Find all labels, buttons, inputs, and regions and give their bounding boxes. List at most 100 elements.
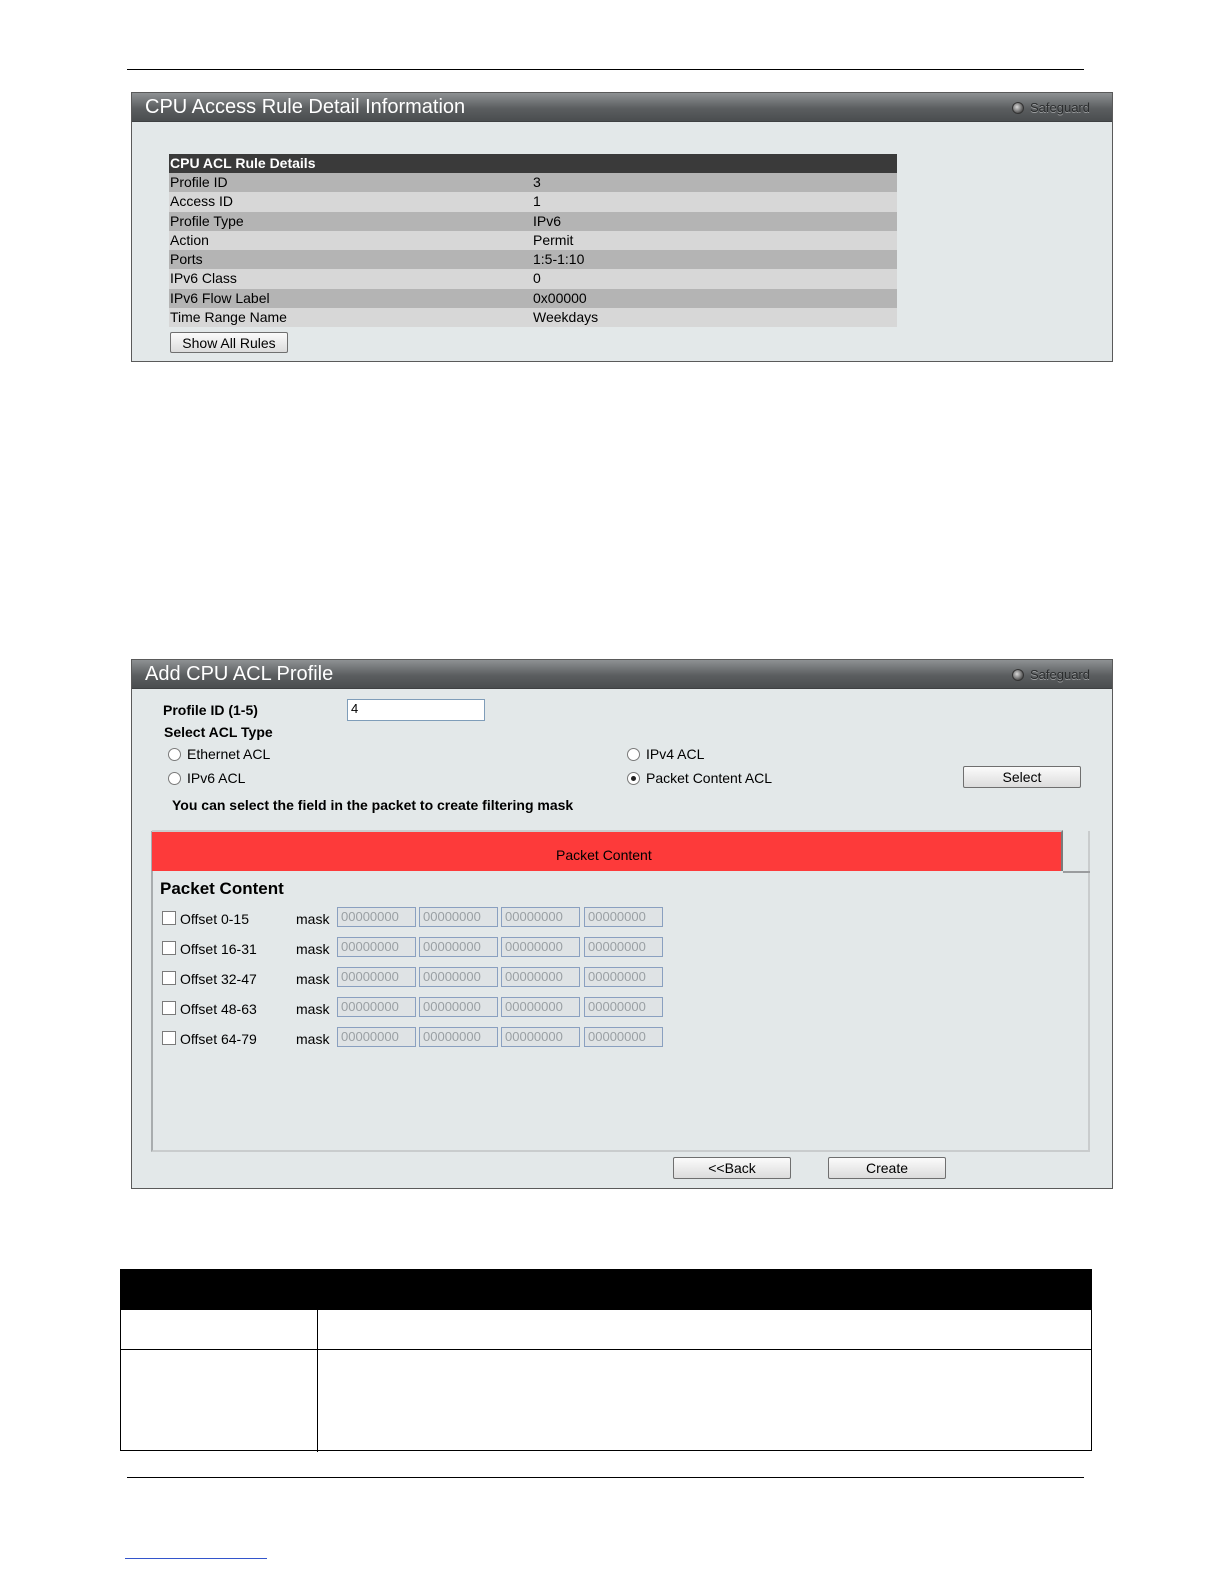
ipv6-acl-radio[interactable] bbox=[168, 772, 181, 785]
table-row: Action Permit bbox=[169, 230, 897, 251]
ethernet-acl-label: Ethernet ACL bbox=[187, 746, 271, 762]
parameter-table-header bbox=[121, 1270, 1091, 1310]
mask-label: mask bbox=[296, 1031, 330, 1047]
mask-input[interactable]: 00000000 bbox=[337, 937, 416, 957]
ipv4-acl-radio[interactable] bbox=[627, 748, 640, 761]
rule-detail-panel: CPU Access Rule Detail Information Safeg… bbox=[131, 92, 1113, 362]
mask-input[interactable]: 00000000 bbox=[419, 997, 498, 1017]
ipv4-acl-label: IPv4 ACL bbox=[646, 746, 705, 762]
table-row: Ports 1:5-1:10 bbox=[169, 250, 897, 270]
select-button[interactable]: Select bbox=[963, 766, 1081, 788]
safeguard-label: Safeguard bbox=[1030, 100, 1090, 115]
mask-label: mask bbox=[296, 1001, 330, 1017]
row-value: 3 bbox=[533, 174, 541, 190]
mask-label: mask bbox=[296, 941, 330, 957]
back-button[interactable]: <<Back bbox=[673, 1157, 791, 1179]
add-profile-title: Add CPU ACL Profile bbox=[145, 663, 334, 685]
safeguard-indicator: Safeguard bbox=[1012, 100, 1090, 115]
packet-content-acl-label: Packet Content ACL bbox=[646, 770, 773, 786]
row-value: 0x00000 bbox=[533, 289, 587, 306]
table-row: Time Range Name Weekdays bbox=[169, 308, 897, 328]
table-row: Access ID 1 bbox=[169, 192, 897, 212]
create-button[interactable]: Create bbox=[828, 1157, 946, 1179]
safeguard-indicator: Safeguard bbox=[1012, 667, 1090, 682]
rule-details-table: CPU ACL Rule Details Profile ID 3 Access … bbox=[169, 154, 897, 328]
offset-label: Offset 64-79 bbox=[180, 1031, 257, 1047]
mask-input[interactable]: 00000000 bbox=[584, 1027, 663, 1047]
mask-input[interactable]: 00000000 bbox=[419, 937, 498, 957]
row-label: Time Range Name bbox=[170, 309, 287, 326]
mask-input[interactable]: 00000000 bbox=[584, 937, 663, 957]
mask-input[interactable]: 00000000 bbox=[419, 967, 498, 987]
row-label: Profile ID bbox=[170, 174, 228, 190]
row-value: IPv6 bbox=[533, 212, 562, 229]
offset-0-15-checkbox[interactable] bbox=[162, 911, 176, 925]
ethernet-acl-radio[interactable] bbox=[168, 748, 181, 761]
offset-label: Offset 48-63 bbox=[180, 1001, 257, 1017]
mask-input[interactable]: 00000000 bbox=[501, 997, 580, 1017]
offset-64-79-checkbox[interactable] bbox=[162, 1031, 176, 1045]
mask-label: mask bbox=[296, 911, 330, 927]
tab-packet-content[interactable]: Packet Content bbox=[152, 830, 1063, 871]
row-label: Ports bbox=[170, 251, 203, 268]
add-profile-header: Add CPU ACL Profile Safeguard bbox=[132, 660, 1112, 689]
safeguard-label: Safeguard bbox=[1030, 667, 1090, 682]
table-row: Profile ID 3 bbox=[169, 173, 897, 193]
safeguard-icon bbox=[1012, 102, 1024, 114]
row-divider bbox=[121, 1349, 1091, 1350]
row-value: Weekdays bbox=[533, 309, 599, 326]
row-value: 1 bbox=[533, 193, 541, 210]
tab-packet-content-label: Packet Content bbox=[556, 847, 652, 863]
row-label: IPv6 Flow Label bbox=[170, 289, 270, 306]
offset-label: Offset 16-31 bbox=[180, 941, 257, 957]
page-footer-rule bbox=[127, 1477, 1084, 1478]
hint-text: You can select the field in the packet t… bbox=[172, 797, 574, 813]
mask-input[interactable]: 00000000 bbox=[501, 907, 580, 927]
mask-input[interactable]: 00000000 bbox=[584, 997, 663, 1017]
row-value: Permit bbox=[533, 231, 574, 248]
mask-input[interactable]: 00000000 bbox=[501, 937, 580, 957]
offset-32-47-checkbox[interactable] bbox=[162, 971, 176, 985]
mask-input[interactable]: 00000000 bbox=[337, 997, 416, 1017]
ipv6-acl-label: IPv6 ACL bbox=[187, 770, 246, 786]
packet-content-tab-area bbox=[151, 831, 1090, 1152]
row-label: Profile Type bbox=[170, 212, 244, 229]
rule-detail-title: CPU Access Rule Detail Information bbox=[145, 96, 466, 118]
tab-divider bbox=[1063, 871, 1090, 873]
mask-input[interactable]: 00000000 bbox=[337, 907, 416, 927]
mask-label: mask bbox=[296, 971, 330, 987]
packet-content-acl-radio[interactable] bbox=[627, 772, 640, 785]
parameter-table bbox=[120, 1269, 1092, 1452]
table-row: IPv6 Class 0 bbox=[169, 269, 897, 289]
add-profile-panel: Add CPU ACL Profile Safeguard Profile ID… bbox=[131, 659, 1113, 1189]
row-label: Access ID bbox=[170, 193, 234, 210]
mask-input[interactable]: 00000000 bbox=[501, 1027, 580, 1047]
row-label: IPv6 Class bbox=[170, 270, 237, 287]
profile-id-label: Profile ID (1-5) bbox=[163, 702, 258, 718]
footer-link-underline[interactable] bbox=[125, 1558, 267, 1559]
mask-input[interactable]: 00000000 bbox=[337, 967, 416, 987]
mask-input[interactable]: 00000000 bbox=[337, 1027, 416, 1047]
offset-label: Offset 0-15 bbox=[180, 911, 250, 927]
mask-input[interactable]: 00000000 bbox=[501, 967, 580, 987]
page-header-rule bbox=[127, 69, 1084, 70]
mask-input[interactable]: 00000000 bbox=[419, 1027, 498, 1047]
select-acl-type-label: Select ACL Type bbox=[164, 724, 273, 740]
mask-input[interactable]: 00000000 bbox=[419, 907, 498, 927]
mask-input[interactable]: 00000000 bbox=[584, 967, 663, 987]
offset-16-31-checkbox[interactable] bbox=[162, 941, 176, 955]
table-row: IPv6 Flow Label 0x00000 bbox=[169, 288, 897, 309]
packet-content-section-title: Packet Content bbox=[160, 879, 284, 898]
offset-label: Offset 32-47 bbox=[180, 971, 257, 987]
offset-48-63-checkbox[interactable] bbox=[162, 1001, 176, 1015]
safeguard-icon bbox=[1012, 669, 1024, 681]
column-divider bbox=[317, 1310, 318, 1452]
show-all-rules-button[interactable]: Show All Rules bbox=[170, 332, 288, 353]
mask-input[interactable]: 00000000 bbox=[584, 907, 663, 927]
profile-id-input[interactable]: 4 bbox=[347, 699, 485, 721]
rule-detail-header: CPU Access Rule Detail Information Safeg… bbox=[132, 93, 1112, 122]
table-row: Profile Type IPv6 bbox=[169, 211, 897, 231]
row-value: 0 bbox=[533, 270, 541, 287]
rule-details-table-header: CPU ACL Rule Details bbox=[169, 154, 897, 173]
row-label: Action bbox=[170, 231, 209, 248]
